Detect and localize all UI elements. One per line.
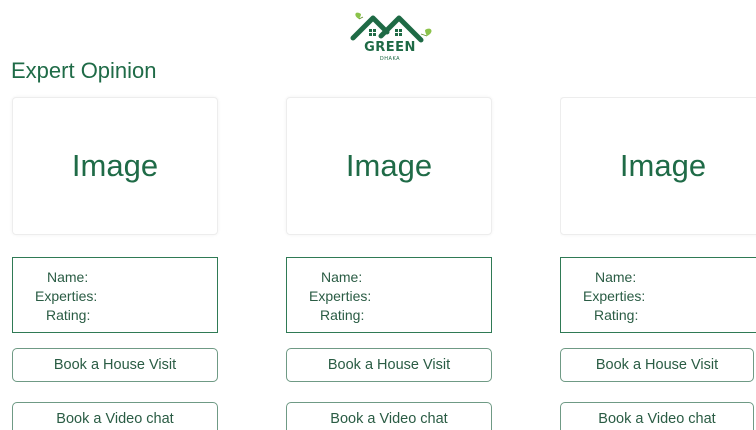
- expert-image-placeholder: Image: [286, 97, 492, 235]
- expert-expertise-label: Experties:: [583, 288, 646, 304]
- expert-opinion-page: GREEN DHAKA Expert Opinion Image Name: E…: [0, 0, 756, 430]
- book-house-visit-button[interactable]: Book a House Visit: [286, 348, 492, 382]
- expert-rating-label: Rating:: [594, 307, 639, 323]
- expert-rating-label: Rating:: [320, 307, 365, 323]
- expert-name-label: Name:: [595, 269, 637, 285]
- green-dhaka-logo[interactable]: GREEN DHAKA: [342, 8, 438, 80]
- expert-name-label: Name:: [47, 269, 89, 285]
- book-house-visit-button[interactable]: Book a House Visit: [12, 348, 218, 382]
- book-house-visit-button[interactable]: Book a House Visit: [560, 348, 754, 382]
- expert-info-box: Name: Experties: Rating:: [286, 257, 492, 333]
- section-title: Expert Opinion: [11, 58, 157, 83]
- expert-rating-label: Rating:: [46, 307, 91, 323]
- expert-image-placeholder: Image: [560, 97, 756, 235]
- expert-card: Image Name: Experties: Rating: Book a Ho…: [286, 97, 492, 430]
- expert-card: Image Name: Experties: Rating: Book a Ho…: [560, 97, 756, 430]
- book-video-chat-button[interactable]: Book a Video chat: [286, 402, 492, 430]
- expert-info-box: Name: Experties: Rating:: [12, 257, 218, 333]
- house-roof-leaf-icon: [350, 12, 432, 43]
- expert-card: Image Name: Experties: Rating: Book a Ho…: [12, 97, 218, 430]
- expert-name-label: Name:: [321, 269, 363, 285]
- logo-subtitle: DHAKA: [379, 56, 401, 62]
- expert-image-placeholder: Image: [12, 97, 218, 235]
- expert-expertise-label: Experties:: [35, 288, 98, 304]
- expert-expertise-label: Experties:: [309, 288, 372, 304]
- expert-info-box: Name: Experties: Rating:: [560, 257, 756, 333]
- book-video-chat-button[interactable]: Book a Video chat: [12, 402, 218, 430]
- logo-wordmark: GREEN: [364, 40, 416, 55]
- book-video-chat-button[interactable]: Book a Video chat: [560, 402, 754, 430]
